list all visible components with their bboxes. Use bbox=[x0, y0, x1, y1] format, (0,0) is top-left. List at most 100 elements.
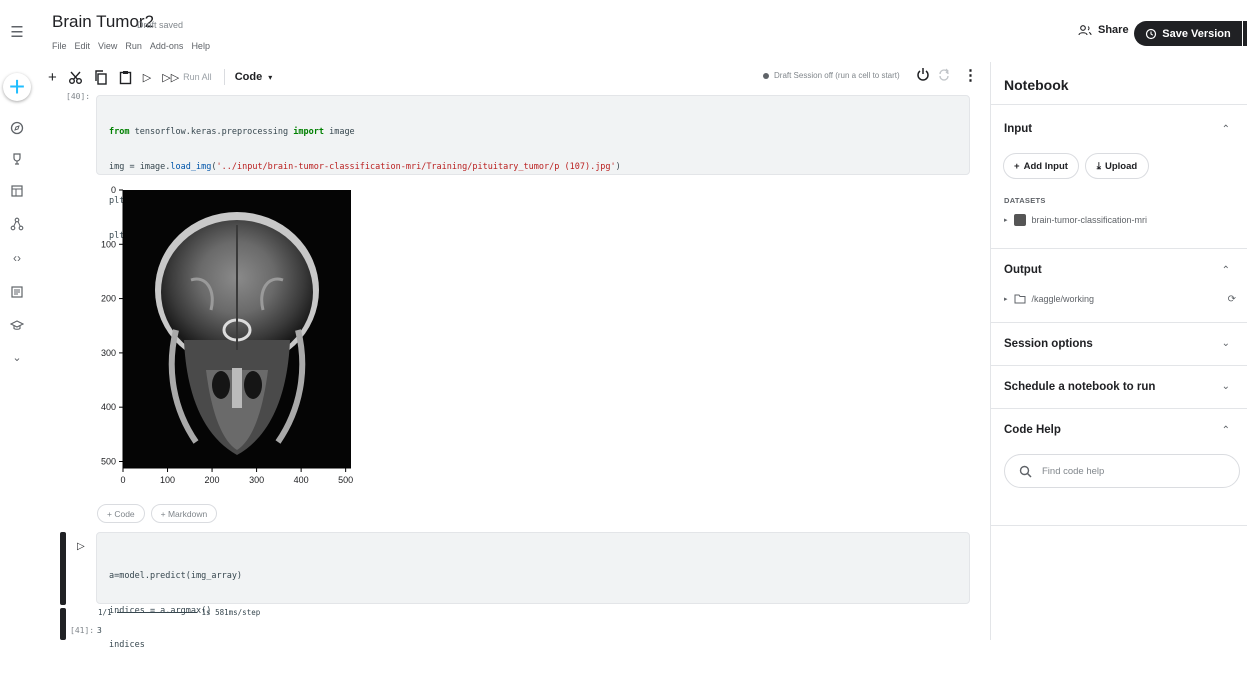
dataset-thumbnail-icon bbox=[1013, 214, 1026, 226]
y-tick-label: 200 bbox=[101, 294, 116, 304]
run-all-button[interactable]: Run All bbox=[183, 72, 212, 82]
notebook-side-panel: Notebook Input ⌃ + Add Input ⤓ Upload DA… bbox=[990, 62, 1247, 640]
code-help-header[interactable]: Code Help bbox=[1004, 424, 1061, 436]
hamburger-menu-icon[interactable]: ☰ bbox=[5, 20, 29, 44]
toolbar-divider bbox=[223, 69, 225, 85]
power-icon[interactable] bbox=[916, 67, 930, 86]
add-code-cell-button[interactable]: + Code bbox=[97, 504, 145, 523]
left-rail: ☰ + ‹› ⌄ bbox=[0, 0, 34, 640]
progress-bar bbox=[116, 612, 197, 613]
chevron-up-icon[interactable]: ⌃ bbox=[1222, 425, 1230, 436]
x-tick-label: 0 bbox=[120, 475, 125, 485]
schedule-section: Schedule a notebook to run ⌄ bbox=[991, 365, 1247, 408]
chevron-up-icon[interactable]: ⌃ bbox=[1222, 124, 1230, 135]
session-options-header[interactable]: Session options bbox=[1004, 338, 1093, 350]
draft-status: Draft saved bbox=[137, 20, 184, 30]
chevron-down-icon[interactable]: ⌄ bbox=[5, 345, 29, 369]
y-tick-label: 400 bbox=[101, 402, 116, 412]
share-label: Share bbox=[1098, 24, 1129, 36]
run-cell-button[interactable]: ▷ bbox=[77, 541, 85, 552]
learn-icon[interactable] bbox=[5, 313, 29, 337]
menu-bar: File Edit View Run Add-ons Help bbox=[52, 41, 210, 51]
chevron-down-icon[interactable]: ⌄ bbox=[1222, 338, 1230, 349]
cell-type-dropdown-icon[interactable]: ▾ bbox=[268, 73, 272, 82]
schedule-header[interactable]: Schedule a notebook to run bbox=[1004, 381, 1155, 393]
folder-icon bbox=[1014, 294, 1026, 304]
menu-help[interactable]: Help bbox=[191, 41, 210, 51]
cell-output-value: 3 bbox=[97, 626, 102, 635]
upload-button[interactable]: ⤓ Upload bbox=[1085, 153, 1149, 179]
upload-label: Upload bbox=[1105, 160, 1138, 172]
trophy-icon[interactable] bbox=[5, 147, 29, 171]
paste-icon[interactable] bbox=[119, 70, 132, 85]
run-all-icon[interactable]: ▷▷ bbox=[162, 71, 179, 84]
cell-toolbar: + ▷ ▷▷ Run All Code ▾ Draft Session off … bbox=[48, 66, 978, 88]
compass-icon[interactable] bbox=[5, 116, 29, 140]
add-input-button[interactable]: + Add Input bbox=[1003, 153, 1079, 179]
save-version-button[interactable]: Save Version bbox=[1134, 21, 1242, 46]
menu-edit[interactable]: Edit bbox=[75, 41, 91, 51]
y-tick-group: 0 100 200 300 400 500 bbox=[101, 185, 123, 466]
active-output-indicator bbox=[60, 608, 66, 640]
progress-count: 1/1 bbox=[98, 608, 112, 617]
run-cell-icon[interactable]: ▷ bbox=[143, 71, 151, 84]
add-cell-icon[interactable]: + bbox=[48, 69, 57, 86]
code-cell[interactable]: from tensorflow.keras.preprocessing impo… bbox=[96, 95, 970, 241]
save-version-count[interactable]: 0 bbox=[1243, 21, 1247, 46]
x-tick-label: 100 bbox=[160, 475, 175, 485]
datasets-label: DATASETS bbox=[1004, 196, 1046, 205]
session-options-section: Session options ⌄ bbox=[991, 322, 1247, 365]
prediction-progress: 1/1 1s 581ms/step bbox=[98, 608, 260, 617]
plus-icon: + bbox=[1014, 160, 1020, 172]
create-icon[interactable]: + bbox=[3, 71, 31, 102]
menu-view[interactable]: View bbox=[98, 41, 117, 51]
input-section: Input ⌃ + Add Input ⤓ Upload bbox=[991, 104, 1247, 248]
code-help-search[interactable]: Find code help bbox=[1004, 454, 1240, 488]
cell-type-select[interactable]: Code bbox=[235, 71, 263, 83]
output-section: Output ⌃ ▸ /kaggle/working ⟳ bbox=[991, 248, 1247, 322]
models-icon[interactable] bbox=[5, 212, 29, 236]
active-cell-indicator bbox=[60, 532, 66, 605]
caret-right-icon[interactable]: ▸ bbox=[1004, 295, 1008, 303]
cell-execution-count: [41]: bbox=[70, 626, 95, 635]
restart-icon[interactable] bbox=[938, 68, 950, 85]
table-icon[interactable] bbox=[5, 179, 29, 203]
dataset-name[interactable]: brain-tumor-classification-mri bbox=[1032, 215, 1148, 225]
share-button[interactable]: Share bbox=[1078, 24, 1129, 36]
search-input[interactable]: Find code help bbox=[1042, 466, 1104, 477]
output-path[interactable]: /kaggle/working bbox=[1032, 294, 1095, 304]
cell-execution-count: [40]: bbox=[66, 92, 91, 101]
code-icon[interactable]: ‹› bbox=[5, 246, 29, 270]
menu-file[interactable]: File bbox=[52, 41, 67, 51]
input-section-header[interactable]: Input bbox=[1004, 123, 1032, 135]
dataset-item[interactable]: ▸ brain-tumor-classification-mri bbox=[1004, 214, 1147, 226]
x-tick-label: 500 bbox=[338, 475, 353, 485]
output-section-header[interactable]: Output bbox=[1004, 264, 1042, 276]
output-folder-item[interactable]: ▸ /kaggle/working bbox=[1004, 294, 1094, 304]
history-icon bbox=[1146, 28, 1157, 39]
add-input-label: Add Input bbox=[1023, 160, 1068, 172]
x-tick-label: 200 bbox=[205, 475, 220, 485]
chevron-down-icon[interactable]: ⌄ bbox=[1222, 381, 1230, 392]
more-options-icon[interactable]: ⋮ bbox=[963, 66, 978, 84]
refresh-output-icon[interactable]: ⟳ bbox=[1228, 294, 1236, 305]
x-tick-label: 300 bbox=[249, 475, 264, 485]
y-tick-label: 500 bbox=[101, 456, 116, 466]
panel-title: Notebook bbox=[1004, 77, 1069, 93]
code-cell-active[interactable]: a=model.predict(img_array) indices = a.a… bbox=[96, 532, 970, 650]
x-tick-group: 0 100 200 300 400 500 bbox=[120, 468, 353, 485]
discussion-icon[interactable] bbox=[5, 280, 29, 304]
cut-icon[interactable] bbox=[68, 70, 83, 85]
add-markdown-cell-button[interactable]: + Markdown bbox=[150, 504, 218, 523]
menu-add-ons[interactable]: Add-ons bbox=[150, 41, 184, 51]
x-tick-label: 400 bbox=[294, 475, 309, 485]
session-status: Draft Session off (run a cell to start) bbox=[763, 71, 900, 80]
chevron-up-icon[interactable]: ⌃ bbox=[1222, 265, 1230, 276]
y-tick-label: 100 bbox=[101, 239, 116, 249]
notebook-header: Brain Tumor2 Draft saved File Edit View … bbox=[40, 0, 1247, 62]
copy-icon[interactable] bbox=[94, 69, 108, 85]
caret-right-icon[interactable]: ▸ bbox=[1004, 216, 1008, 224]
code-line: from tensorflow.keras.preprocessing impo… bbox=[109, 127, 355, 137]
code-line: indices bbox=[109, 640, 145, 650]
menu-run[interactable]: Run bbox=[125, 41, 142, 51]
